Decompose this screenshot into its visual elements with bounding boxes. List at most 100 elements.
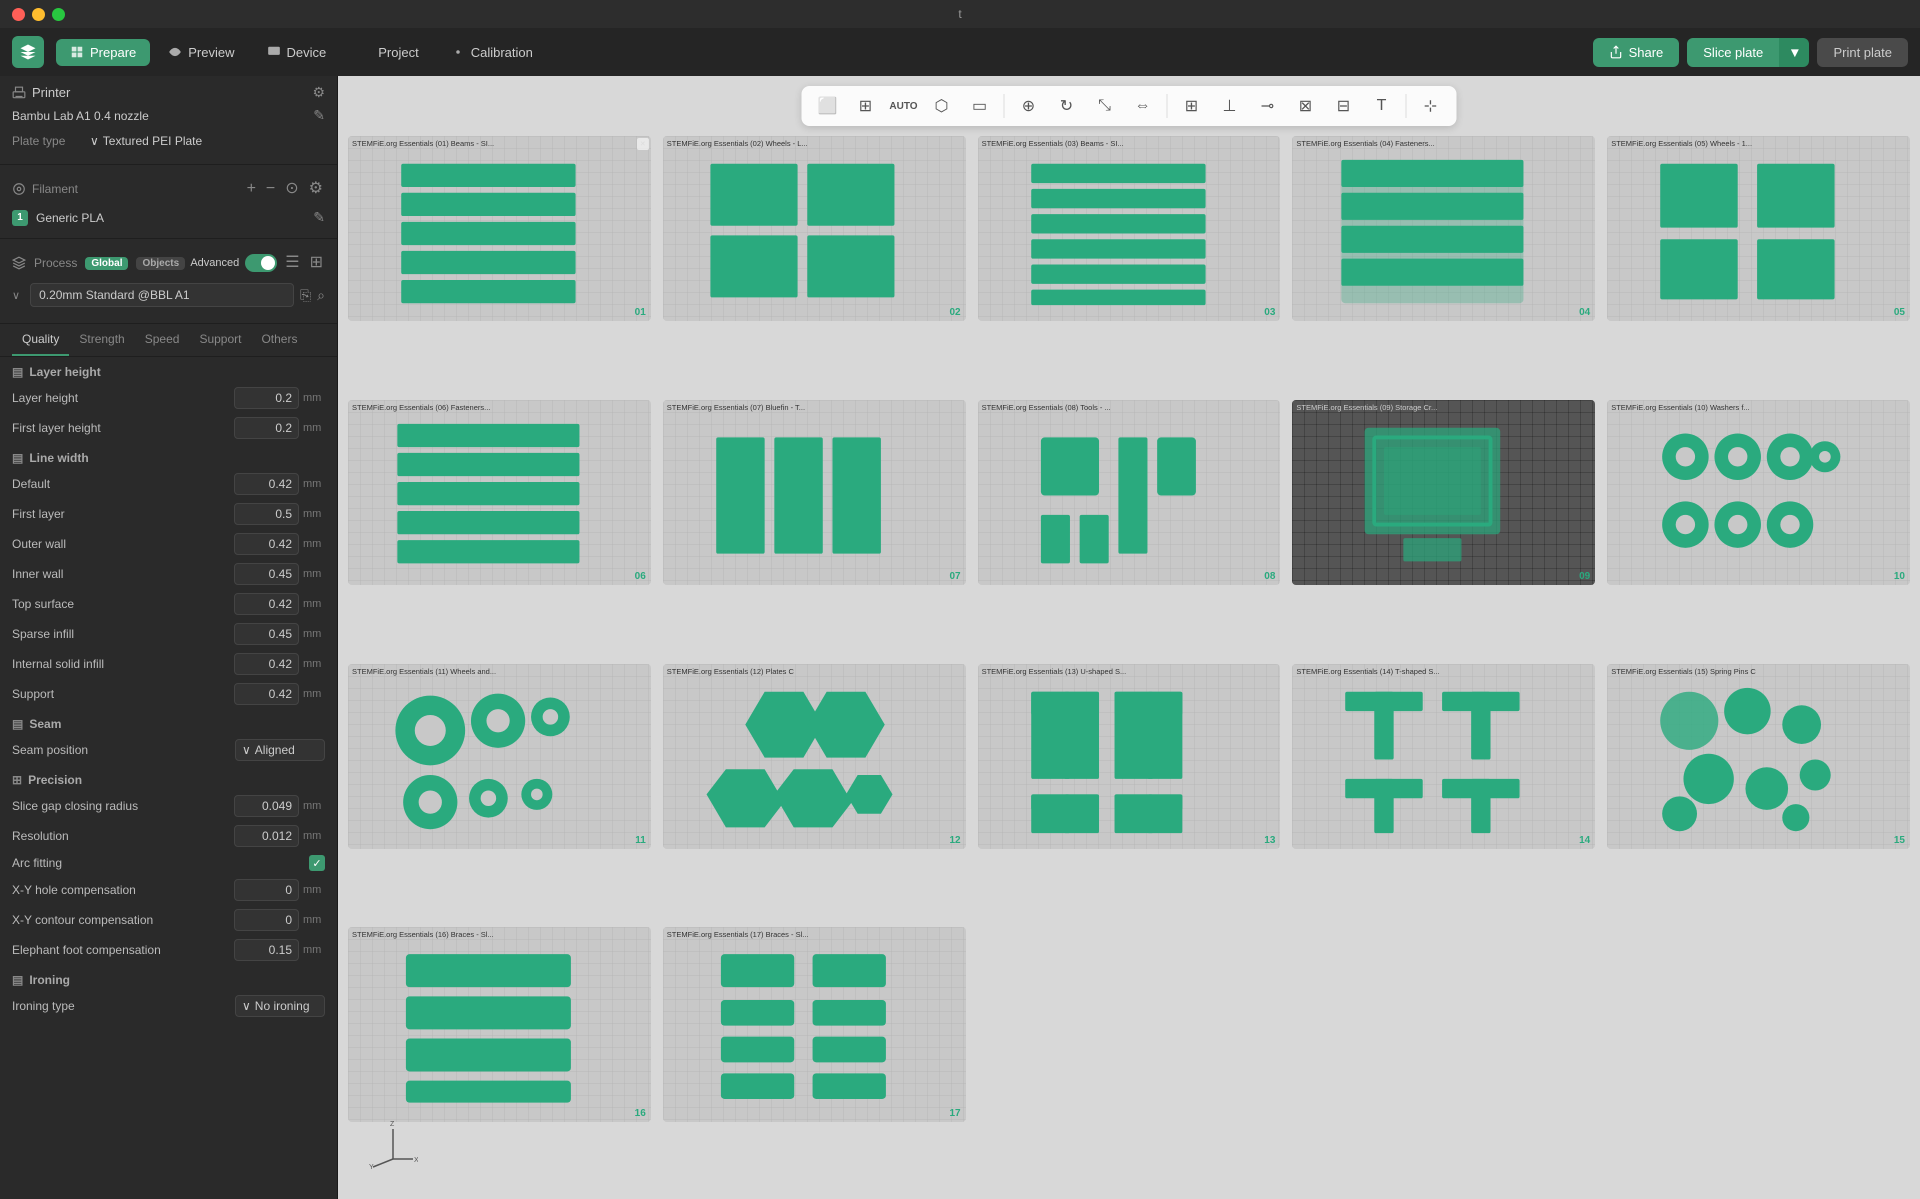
seam-position-dropdown[interactable]: ∨ Aligned bbox=[235, 739, 325, 761]
printer-edit-button[interactable]: ✎ bbox=[313, 107, 325, 124]
tool-rotate[interactable]: ↻ bbox=[1049, 90, 1085, 122]
plate-12[interactable]: STEMFiE.org Essentials (12) Plates C 12 bbox=[663, 664, 966, 849]
plate-17[interactable]: STEMFiE.org Essentials (17) Braces - Sl.… bbox=[663, 927, 966, 1122]
plate-07[interactable]: STEMFiE.org Essentials (07) Bluefin - T.… bbox=[663, 400, 966, 585]
profile-copy-button[interactable]: ⎘ bbox=[300, 287, 311, 304]
resolution-input[interactable] bbox=[234, 825, 299, 847]
tool-text[interactable]: T bbox=[1364, 90, 1400, 122]
plate-01-close[interactable]: ✕ bbox=[637, 138, 649, 150]
tab-support[interactable]: Support bbox=[189, 324, 251, 356]
internal-solid-label: Internal solid infill bbox=[12, 657, 234, 671]
first-layer-width-input[interactable] bbox=[234, 503, 299, 525]
print-plate-button[interactable]: Print plate bbox=[1817, 38, 1908, 67]
tool-seam[interactable]: ⊸ bbox=[1250, 90, 1286, 122]
top-surface-input[interactable] bbox=[234, 593, 299, 615]
profile-search-button[interactable]: ⌕ bbox=[317, 287, 325, 304]
tool-fdm[interactable]: ⊠ bbox=[1288, 90, 1324, 122]
filament-edit-button[interactable]: ✎ bbox=[313, 209, 325, 226]
sparse-infill-input[interactable] bbox=[234, 623, 299, 645]
plate-06[interactable]: STEMFiE.org Essentials (06) Fasteners...… bbox=[348, 400, 651, 585]
plate-15[interactable]: STEMFiE.org Essentials (15) Spring Pins … bbox=[1607, 664, 1910, 849]
add-filament-button[interactable]: + bbox=[245, 179, 258, 199]
slice-gap-label: Slice gap closing radius bbox=[12, 799, 234, 813]
ironing-type-dropdown[interactable]: ∨ No ironing bbox=[235, 995, 325, 1017]
plate-01[interactable]: STEMFiE.org Essentials (01) Beams - SI..… bbox=[348, 136, 651, 321]
tool-measure[interactable]: ⊹ bbox=[1413, 90, 1449, 122]
plate-05[interactable]: STEMFiE.org Essentials (05) Wheels - 1..… bbox=[1607, 136, 1910, 321]
tool-auto[interactable]: AUTO bbox=[886, 90, 922, 122]
arc-fitting-checkbox[interactable]: ✓ bbox=[309, 855, 325, 871]
toolbar-divider-2 bbox=[1167, 94, 1168, 118]
advanced-toggle[interactable] bbox=[245, 254, 277, 272]
process-compare-button[interactable]: ⊞ bbox=[308, 253, 325, 273]
plate-14[interactable]: STEMFiE.org Essentials (14) T-shaped S..… bbox=[1292, 664, 1595, 849]
tool-box-view[interactable]: ⬜ bbox=[810, 90, 846, 122]
tab-calibration[interactable]: Calibration bbox=[437, 39, 547, 66]
plate-04[interactable]: STEMFiE.org Essentials (04) Fasteners...… bbox=[1292, 136, 1595, 321]
plate-11[interactable]: STEMFiE.org Essentials (11) Wheels and..… bbox=[348, 664, 651, 849]
tab-speed[interactable]: Speed bbox=[135, 324, 190, 356]
plate-03[interactable]: STEMFiE.org Essentials (03) Beams - SI..… bbox=[978, 136, 1281, 321]
remove-filament-button[interactable]: − bbox=[264, 179, 277, 199]
first-layer-height-input[interactable] bbox=[234, 417, 299, 439]
close-button[interactable] bbox=[12, 8, 25, 21]
default-input[interactable] bbox=[234, 473, 299, 495]
plate-type-label: Plate type bbox=[12, 134, 82, 148]
maximize-button[interactable] bbox=[52, 8, 65, 21]
slice-dropdown-button[interactable]: ▼ bbox=[1779, 38, 1809, 67]
inner-wall-input[interactable] bbox=[234, 563, 299, 585]
layer-height-input[interactable] bbox=[234, 387, 299, 409]
tab-strength[interactable]: Strength bbox=[69, 324, 134, 356]
tool-arrange[interactable]: ⊞ bbox=[1174, 90, 1210, 122]
tab-others[interactable]: Others bbox=[251, 324, 307, 356]
internal-solid-input[interactable] bbox=[234, 653, 299, 675]
process-list-button[interactable]: ☰ bbox=[283, 253, 301, 273]
profile-input[interactable] bbox=[30, 283, 294, 307]
plate-11-num: 11 bbox=[635, 835, 646, 846]
tag-objects[interactable]: Objects bbox=[136, 257, 185, 270]
plate-16[interactable]: STEMFiE.org Essentials (16) Braces - Sl.… bbox=[348, 927, 651, 1122]
plate-13[interactable]: STEMFiE.org Essentials (13) U-shaped S..… bbox=[978, 664, 1281, 849]
tab-quality[interactable]: Quality bbox=[12, 324, 69, 356]
plate-15-model bbox=[1611, 682, 1884, 837]
tool-support[interactable]: ⊥ bbox=[1212, 90, 1248, 122]
plate-type-value[interactable]: ∨ Textured PEI Plate bbox=[90, 134, 202, 148]
filament-settings-button[interactable]: ⚙ bbox=[307, 179, 325, 199]
xy-contour-input[interactable] bbox=[234, 909, 299, 931]
tool-cut-view[interactable]: ⬡ bbox=[924, 90, 960, 122]
viewport-toolbar: ⬜ ⊞ AUTO ⬡ ▭ ⊕ ↻ ⤡ ⇔ ⊞ ⊥ ⊸ ⊠ ⊟ T ⊹ bbox=[802, 86, 1457, 126]
tool-mirror[interactable]: ⇔ bbox=[1125, 90, 1161, 122]
resolution-label: Resolution bbox=[12, 829, 234, 843]
plate-09[interactable]: STEMFiE.org Essentials (09) Storage Cr..… bbox=[1292, 400, 1595, 585]
slice-plate-button[interactable]: Slice plate bbox=[1687, 38, 1779, 67]
tool-scale[interactable]: ⤡ bbox=[1087, 90, 1123, 122]
outer-wall-input[interactable] bbox=[234, 533, 299, 555]
slice-gap-input[interactable] bbox=[234, 795, 299, 817]
svg-text:Z: Z bbox=[390, 1121, 395, 1128]
tool-grid-view[interactable]: ⊞ bbox=[848, 90, 884, 122]
plate-02[interactable]: STEMFiE.org Essentials (02) Wheels - L..… bbox=[663, 136, 966, 321]
sync-filament-button[interactable]: ⊙ bbox=[283, 179, 300, 199]
plate-10[interactable]: STEMFiE.org Essentials (10) Washers f... bbox=[1607, 400, 1910, 585]
tab-project[interactable]: Project bbox=[344, 39, 432, 66]
tag-global[interactable]: Global bbox=[85, 257, 128, 270]
first-layer-height-value-group: mm bbox=[234, 417, 325, 439]
titlebar: t bbox=[0, 0, 1920, 28]
support-width-input[interactable] bbox=[234, 683, 299, 705]
tool-plate-view[interactable]: ▭ bbox=[962, 90, 998, 122]
tab-preview[interactable]: Preview bbox=[154, 39, 248, 66]
tab-prepare[interactable]: Prepare bbox=[56, 39, 150, 66]
xy-hole-input[interactable] bbox=[234, 879, 299, 901]
elephant-input[interactable] bbox=[234, 939, 299, 961]
share-button[interactable]: Share bbox=[1593, 38, 1680, 67]
internal-solid-row: Internal solid infill mm bbox=[0, 649, 337, 679]
tab-device[interactable]: Device bbox=[253, 39, 341, 66]
plate-12-title: STEMFiE.org Essentials (12) Plates C bbox=[667, 667, 794, 676]
tool-split[interactable]: ⊟ bbox=[1326, 90, 1362, 122]
printer-settings-button[interactable]: ⚙ bbox=[312, 84, 325, 101]
plate-08[interactable]: STEMFiE.org Essentials (08) Tools - ... … bbox=[978, 400, 1281, 585]
minimize-button[interactable] bbox=[32, 8, 45, 21]
tool-move[interactable]: ⊕ bbox=[1011, 90, 1047, 122]
precision-group-label: Precision bbox=[28, 773, 82, 787]
ironing-group-label: Ironing bbox=[29, 973, 70, 987]
